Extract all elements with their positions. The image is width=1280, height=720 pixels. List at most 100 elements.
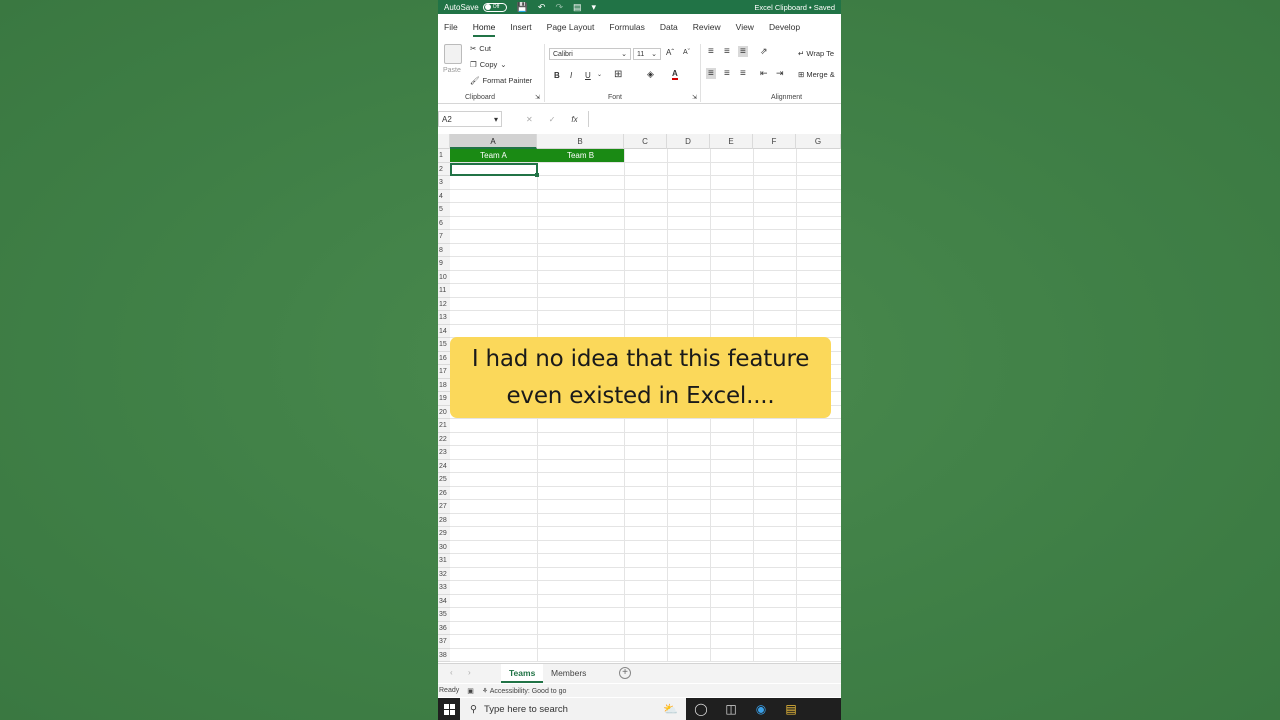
add-sheet-icon[interactable]: + [619,667,631,679]
row-header-36[interactable]: 36 [438,621,450,635]
column-header-f[interactable]: F [753,134,796,149]
align-bottom-icon[interactable]: ≡ [738,46,748,57]
start-button[interactable] [438,698,460,720]
copy-button[interactable]: ❐ Copy ⌄ [470,60,507,69]
row-header-7[interactable]: 7 [438,230,450,244]
row-header-20[interactable]: 20 [438,405,450,419]
font-launcher-icon[interactable]: ⇲ [692,94,697,101]
tab-page-layout[interactable]: Page Layout [547,22,604,32]
row-header-2[interactable]: 2 [438,162,450,176]
row-header-28[interactable]: 28 [438,513,450,527]
row-header-27[interactable]: 27 [438,500,450,514]
row-header-24[interactable]: 24 [438,459,450,473]
underline-button[interactable]: U [585,71,591,80]
row-header-29[interactable]: 29 [438,527,450,541]
tab-data[interactable]: Data [660,22,687,32]
row-header-26[interactable]: 26 [438,486,450,500]
row-header-19[interactable]: 19 [438,392,450,406]
align-right-icon[interactable]: ≡ [740,68,746,79]
tab-file[interactable]: File [444,22,467,32]
italic-button[interactable]: I [570,71,572,80]
row-header-6[interactable]: 6 [438,216,450,230]
align-left-icon[interactable]: ≡ [706,68,716,79]
column-header-e[interactable]: E [710,134,753,149]
insert-function-icon[interactable]: fx [571,115,577,124]
enter-icon[interactable]: ✓ [549,115,556,124]
file-explorer-icon[interactable]: ▤ [776,702,806,716]
borders-icon[interactable]: ⊞ [614,69,622,80]
autosave-toggle[interactable]: Off [482,2,507,12]
formula-input[interactable] [587,111,841,127]
format-painter-button[interactable]: 🖌 Format Painter [470,76,532,85]
increase-indent-icon[interactable]: ⇥ [776,68,784,79]
row-header-5[interactable]: 5 [438,203,450,217]
column-header-c[interactable]: C [624,134,667,149]
undo-icon[interactable]: ↶ [538,2,546,13]
row-header-8[interactable]: 8 [438,243,450,257]
paste-icon[interactable] [444,44,462,64]
row-header-32[interactable]: 32 [438,567,450,581]
font-name-select[interactable]: Calibri ⌄ [549,48,631,60]
tab-developer[interactable]: Develop [769,22,809,32]
tab-formulas[interactable]: Formulas [609,22,653,32]
task-view-icon[interactable]: ◫ [716,702,746,716]
tab-insert[interactable]: Insert [510,22,540,32]
name-box[interactable]: A2 ▾ [438,111,502,127]
column-header-g[interactable]: G [796,134,841,149]
sheet-tab-members[interactable]: Members [543,664,594,683]
align-middle-icon[interactable]: ≡ [724,46,730,57]
row-header-9[interactable]: 9 [438,257,450,271]
row-header-17[interactable]: 17 [438,365,450,379]
active-cell-a2[interactable] [450,163,539,177]
cancel-icon[interactable]: ✕ [526,115,533,124]
row-header-21[interactable]: 21 [438,419,450,433]
row-header-11[interactable]: 11 [438,284,450,298]
font-color-icon[interactable]: A [672,69,678,80]
row-header-31[interactable]: 31 [438,554,450,568]
bold-button[interactable]: B [554,71,560,80]
row-header-38[interactable]: 38 [438,648,450,662]
taskbar-search-box[interactable]: ⚲ Type here to search ⛅ [460,698,686,720]
fill-color-icon[interactable]: ◈ [647,69,654,80]
cell-a1[interactable]: Team A [450,149,537,162]
clipboard-launcher-icon[interactable]: ⇲ [535,94,540,101]
row-header-13[interactable]: 13 [438,311,450,325]
sheet-tab-teams[interactable]: Teams [501,664,544,683]
tab-home[interactable]: Home [472,22,505,37]
save-icon[interactable]: 💾 [517,2,528,13]
select-all-corner[interactable] [438,134,450,149]
wrap-text-button[interactable]: ↵ Wrap Te [798,49,834,58]
row-header-30[interactable]: 30 [438,540,450,554]
row-header-34[interactable]: 34 [438,594,450,608]
row-header-33[interactable]: 33 [438,581,450,595]
column-header-b[interactable]: B [537,134,624,149]
tab-review[interactable]: Review [693,22,730,32]
row-header-37[interactable]: 37 [438,635,450,649]
row-header-25[interactable]: 25 [438,473,450,487]
column-header-d[interactable]: D [667,134,710,149]
macro-record-icon[interactable]: ▣ [467,687,474,695]
cortana-icon[interactable]: ◯ [686,702,716,716]
cell-b1[interactable]: Team B [537,149,624,162]
orientation-icon[interactable]: ⇗ [760,46,768,57]
accessibility-status[interactable]: ⚘ Accessibility: Good to go [482,687,567,695]
merge-center-button[interactable]: ⊞ Merge & [798,70,835,79]
row-header-35[interactable]: 35 [438,608,450,622]
row-header-3[interactable]: 3 [438,176,450,190]
row-header-4[interactable]: 4 [438,189,450,203]
chevron-down-icon[interactable]: ⌄ [597,71,602,78]
cut-button[interactable]: ✂ Cut [470,44,491,53]
redo-icon[interactable]: ↷ [555,2,563,13]
row-header-10[interactable]: 10 [438,270,450,284]
column-header-a[interactable]: A [450,134,537,149]
row-header-22[interactable]: 22 [438,432,450,446]
row-header-16[interactable]: 16 [438,351,450,365]
increase-font-icon[interactable]: Aˆ [666,48,674,57]
chevron-left-icon[interactable]: ‹ [450,668,453,677]
row-header-18[interactable]: 18 [438,378,450,392]
row-header-23[interactable]: 23 [438,446,450,460]
form-icon[interactable]: ▤ [573,2,582,13]
edge-browser-icon[interactable]: ◉ [746,702,776,716]
row-header-14[interactable]: 14 [438,324,450,338]
chevron-right-icon[interactable]: › [468,668,471,677]
